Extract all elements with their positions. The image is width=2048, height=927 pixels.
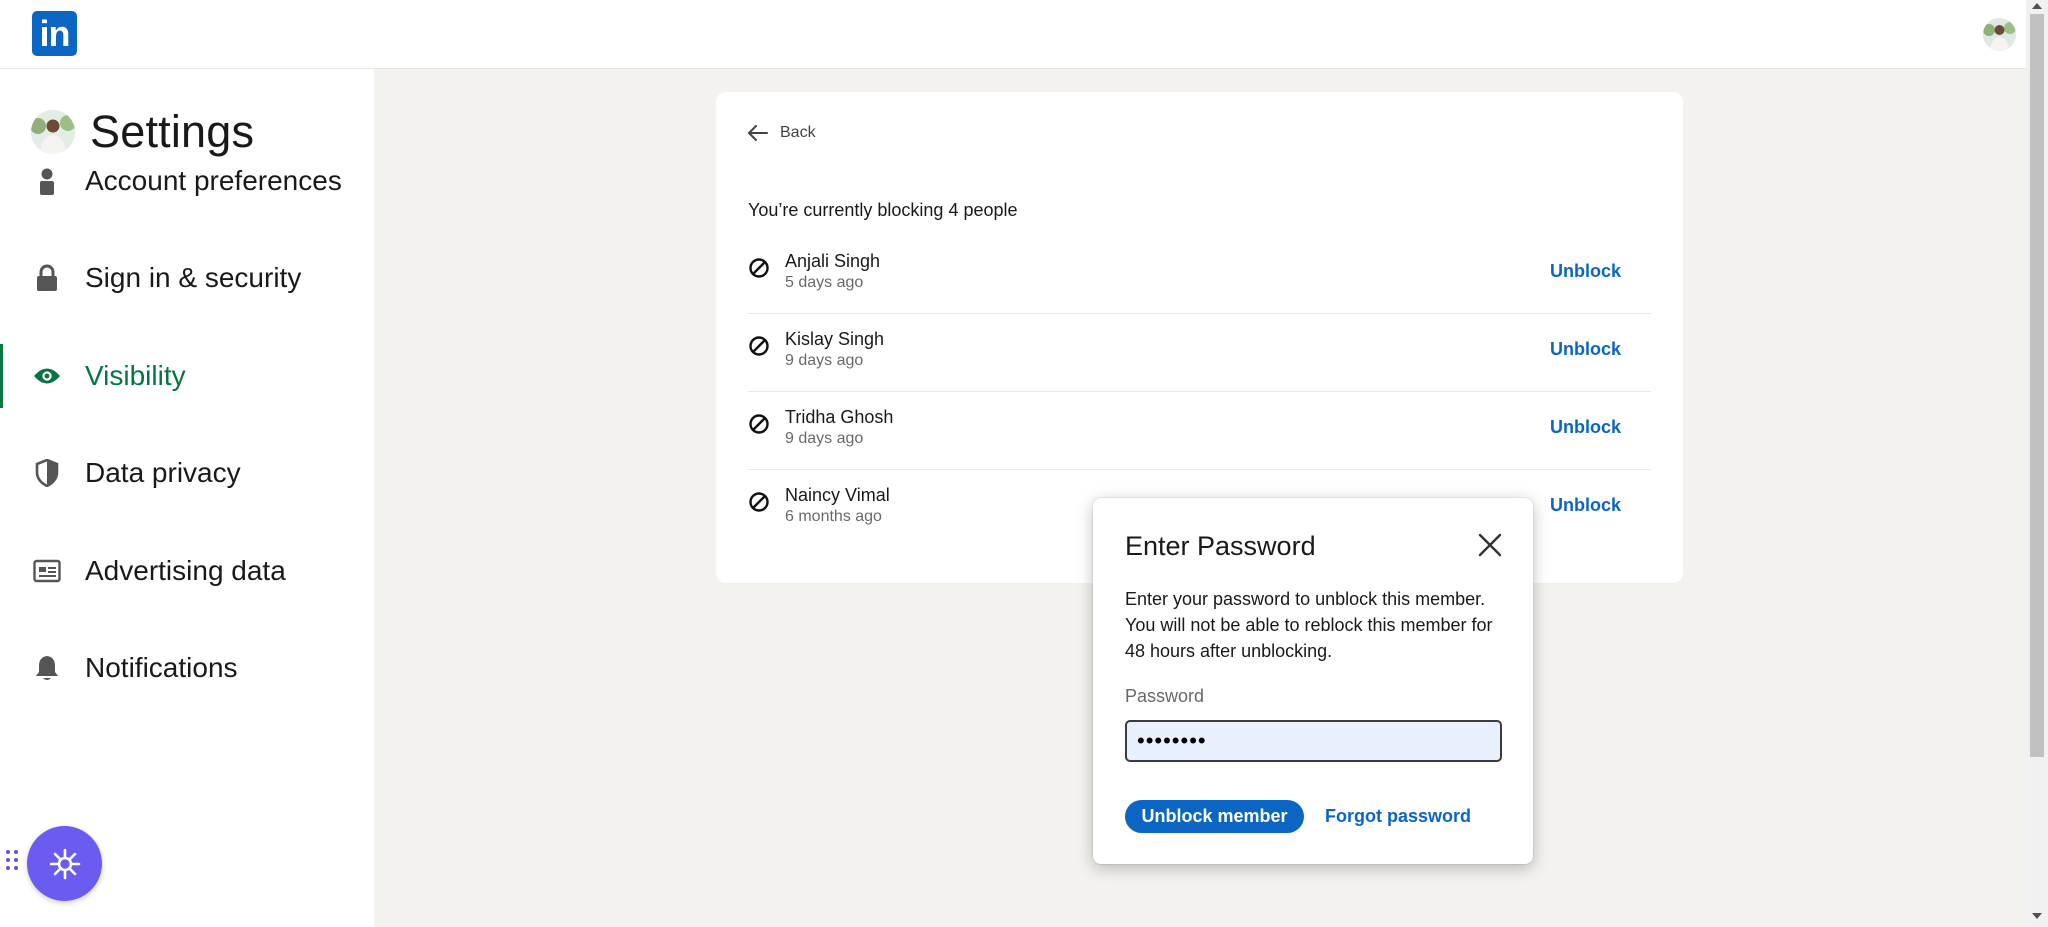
blocked-time: 6 months ago [785,508,882,525]
back-label: Back [780,124,816,141]
blocked-member-row: Kislay Singh 9 days ago Unblock [748,314,1651,392]
top-header: in [0,0,2026,69]
sidebar-item-label: Sign in & security [85,262,302,293]
sidebar-item-visibility[interactable]: Visibility [0,344,374,408]
enter-password-dialog: Enter Password Enter your password to un… [1093,498,1533,864]
password-label: Password [1125,686,1205,706]
profile-avatar[interactable] [1983,18,2016,51]
shield-icon [33,459,61,487]
page-scrollbar[interactable] [2026,0,2048,927]
sidebar-item-label: Advertising data [85,555,286,586]
blocked-member-row: Anjali Singh 5 days ago Unblock [748,236,1651,314]
member-name: Tridha Ghosh [785,407,894,427]
sidebar-item-label: Notifications [85,652,238,683]
scroll-up-arrow-icon[interactable] [2032,3,2042,9]
blocked-member-row: Tridha Ghosh 9 days ago Unblock [748,392,1651,470]
dialog-description: Enter your password to unblock this memb… [1125,589,1493,661]
sidebar-item-label: Data privacy [85,457,241,488]
ad-icon [33,557,61,585]
close-icon[interactable] [1477,532,1503,558]
sidebar-item-sign-in-security[interactable]: Sign in & security [0,246,374,310]
unblock-button[interactable]: Unblock [1550,261,1621,282]
sidebar-item-notifications[interactable]: Notifications [0,636,374,700]
block-icon [749,492,769,512]
block-icon [749,258,769,278]
scroll-thumb[interactable] [2030,14,2044,757]
person-icon [33,167,61,195]
sparkle-icon [49,848,80,879]
forgot-password-link[interactable]: Forgot password [1325,806,1471,827]
drag-handle-icon[interactable] [6,850,20,874]
settings-sidebar: Settings Account preferences Sign in & s… [0,69,374,927]
back-button[interactable]: Back [748,124,816,142]
scroll-down-arrow-icon[interactable] [2032,913,2042,919]
avatar-image [1983,18,2016,51]
block-icon [749,336,769,356]
dialog-title: Enter Password [1125,531,1316,561]
sidebar-item-label: Account preferences [85,165,342,196]
bell-icon [33,654,61,682]
blocked-time: 9 days ago [785,430,864,447]
sidebar-item-data-privacy[interactable]: Data privacy [0,441,374,505]
assistant-button[interactable] [27,826,102,901]
linkedin-logo[interactable]: in [32,11,77,56]
unblock-button[interactable]: Unblock [1550,417,1621,438]
unblock-button[interactable]: Unblock [1550,495,1621,516]
sidebar-item-label: Visibility [85,360,186,391]
member-name: Anjali Singh [785,251,881,271]
blocking-summary: You’re currently blocking 4 people [748,200,1018,220]
eye-icon [33,362,61,390]
block-icon [749,414,769,434]
lock-icon [33,264,61,292]
blocked-time: 9 days ago [785,352,864,369]
sidebar-item-account-preferences[interactable]: Account preferences [0,149,374,213]
arrow-left-icon [748,125,768,141]
member-name: Kislay Singh [785,329,885,349]
password-field[interactable] [1125,720,1502,762]
avatar-image [31,110,75,154]
blocked-time: 5 days ago [785,274,864,291]
settings-avatar [31,110,75,154]
member-name: Naincy Vimal [785,485,890,505]
sidebar-item-advertising-data[interactable]: Advertising data [0,539,374,603]
unblock-button[interactable]: Unblock [1550,339,1621,360]
unblock-member-button[interactable]: Unblock member [1125,800,1304,833]
